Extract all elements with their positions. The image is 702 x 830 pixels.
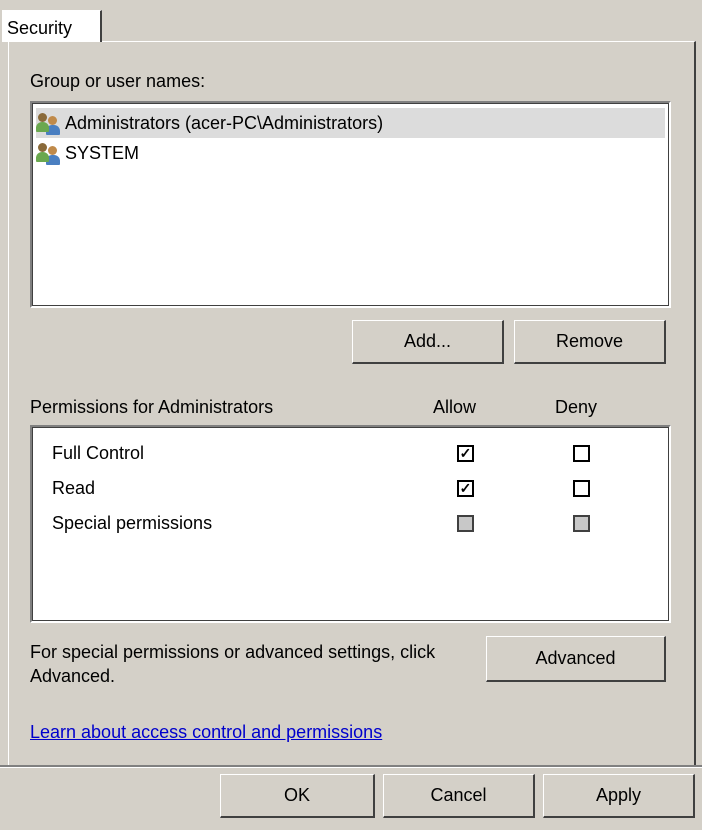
users-icon [36,141,62,165]
ok-button[interactable]: OK [220,774,375,818]
tab-security[interactable]: Security [2,10,102,42]
permission-row-special: Special permissions [32,507,669,541]
add-button[interactable]: Add... [352,320,504,364]
deny-column-header: Deny [555,397,598,417]
deny-checkbox-special [573,515,590,532]
advanced-button[interactable]: Advanced [486,636,666,682]
permission-name: Full Control [52,443,145,463]
permission-row-read: Read ✓ [32,472,669,506]
list-item-system[interactable]: SYSTEM [36,138,665,168]
advanced-note: For special permissions or advanced sett… [30,642,436,686]
permission-name: Special permissions [52,513,213,533]
learn-access-control-link[interactable]: Learn about access control and permissio… [30,722,382,743]
list-item-label: Administrators (acer-PC\Administrators) [65,112,384,133]
allow-checkbox-read[interactable]: ✓ [457,480,474,497]
apply-button[interactable]: Apply [543,774,695,818]
cancel-button[interactable]: Cancel [383,774,535,818]
divider [0,765,702,768]
group-users-listbox[interactable]: Administrators (acer-PC\Administrators) … [30,101,671,308]
list-item-label: SYSTEM [65,142,140,163]
permission-name: Read [52,478,96,498]
allow-checkbox-special [457,515,474,532]
tab-security-label: Security [7,18,73,38]
allow-column-header: Allow [433,397,477,417]
remove-button[interactable]: Remove [514,320,666,364]
users-icon [36,111,62,135]
allow-checkbox-full-control[interactable]: ✓ [457,445,474,462]
permission-row-full-control: Full Control ✓ [32,437,669,471]
deny-checkbox-read[interactable] [573,480,590,497]
group-users-label: Group or user names: [30,71,206,91]
list-item-administrators[interactable]: Administrators (acer-PC\Administrators) [36,108,665,138]
deny-checkbox-full-control[interactable] [573,445,590,462]
permissions-title: Permissions for Administrators [30,397,274,417]
permissions-list: Full Control ✓ Read ✓ Special permission… [30,425,671,623]
